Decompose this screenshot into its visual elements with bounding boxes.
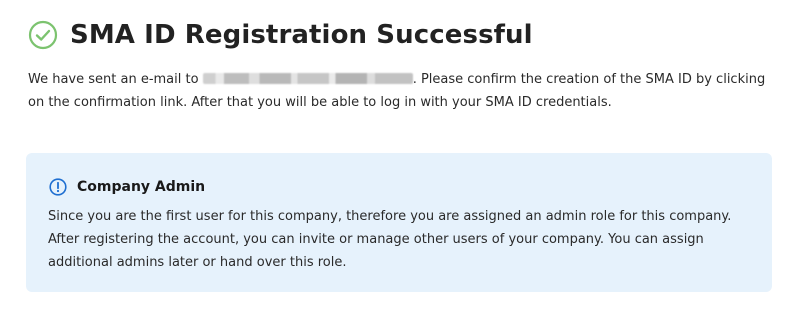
info-circle-icon [49, 178, 67, 196]
registration-success-page: SMA ID Registration Successful We have s… [0, 0, 804, 312]
page-title: SMA ID Registration Successful [70, 20, 533, 50]
message-prefix: We have sent an e-mail to [28, 72, 203, 87]
company-admin-info-card: Company Admin Since you are the first us… [26, 153, 772, 292]
info-card-header: Company Admin [49, 177, 205, 197]
check-circle-icon [28, 20, 58, 50]
info-card-text: Since you are the first user for this co… [48, 209, 732, 270]
redacted-email [202, 73, 413, 84]
info-card-title: Company Admin [77, 179, 206, 195]
confirmation-message: We have sent an e-mail to . Please confi… [28, 68, 778, 114]
page-header: SMA ID Registration Successful [28, 17, 533, 53]
